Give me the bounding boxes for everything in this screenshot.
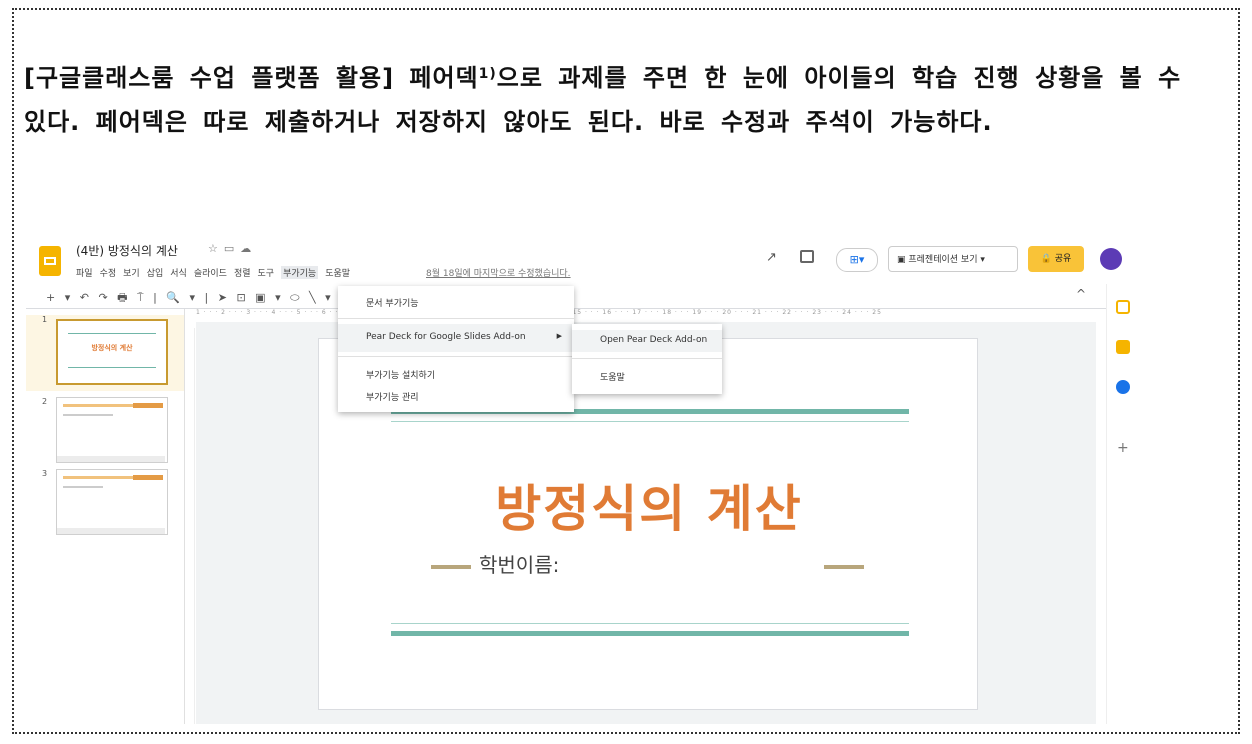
menu-slide[interactable]: 슬라이드 [194,266,227,279]
toolbar-icons[interactable]: + ▾ ↶ ↷ 🖶 ⍑ | 🔍 ▾ | ➤ ⊡ ▣ ▾ ⬭ ╲ ▾ [46,289,334,308]
menu-tools[interactable]: 도구 [258,266,275,279]
menu-item-install-addons[interactable]: 부가기능 설치하기 [366,368,435,381]
avatar[interactable] [1100,248,1122,270]
star-icon[interactable]: ☆ [208,242,224,255]
caption-footnote: 1) [478,66,497,82]
comment-icon[interactable] [800,250,814,263]
menu-bar: 파일 수정 보기 삽입 서식 슬라이드 정렬 도구 부가기능 도움말 [76,266,350,279]
present-label: 프레젠테이션 보기 [908,255,978,265]
menu-divider [338,318,574,319]
activity-chart-icon[interactable]: ↗ [766,250,777,265]
add-slide-icon[interactable]: ⊞▾ [836,248,878,272]
top-bar: (4반) 방정식의 계산 ☆▭☁ 파일 수정 보기 삽입 서식 슬라이드 정렬 … [26,232,1140,284]
caption-part-1: [구글클래스룸 수업 플랫폼 활용] 페어덱 [24,64,479,92]
slide-thumbnail-3[interactable] [56,469,168,535]
decor-line-bottom-thick [391,631,909,636]
slides-logo-icon[interactable] [39,246,61,276]
submenu-item-open-peardeck[interactable]: Open Pear Deck Add-on [600,335,707,345]
menu-arrange[interactable]: 정렬 [234,266,251,279]
slides-screenshot: (4반) 방정식의 계산 ☆▭☁ 파일 수정 보기 삽입 서식 슬라이드 정렬 … [26,232,1140,724]
menu-item-manage-addons[interactable]: 부가기능 관리 [366,390,419,403]
slide-number: 1 [42,315,48,324]
menu-help[interactable]: 도움말 [325,266,350,279]
slide-thumbnail-1[interactable]: 방정식의 계산 [56,319,168,385]
keep-icon[interactable] [1116,300,1130,314]
share-label: 공유 [1054,254,1072,264]
menu-divider [338,356,574,357]
vertical-ruler [184,328,195,724]
menu-file[interactable]: 파일 [76,266,93,279]
decor-line-top-thin [391,421,909,422]
slide-subtitle[interactable]: 학번이름: [479,549,559,578]
menu-insert[interactable]: 삽입 [147,266,164,279]
peardeck-submenu: Open Pear Deck Add-on 도움말 [572,324,722,394]
tasks-icon[interactable] [1116,340,1130,354]
filmstrip-row: 3 [26,469,184,535]
menu-view[interactable]: 보기 [123,266,140,279]
folder-icon[interactable]: ▭ [224,242,240,255]
menu-format[interactable]: 서식 [170,266,187,279]
decor-line-bottom-thin [391,623,909,624]
decor-bar-left [431,565,471,569]
filmstrip-row: 2 [26,397,184,463]
submenu-divider [572,358,722,359]
cloud-icon[interactable]: ☁ [240,242,257,255]
menu-addons[interactable]: 부가기능 [281,266,319,279]
menu-edit[interactable]: 수정 [100,266,117,279]
menu-item-docs-addons[interactable]: 문서 부가기능 [366,296,419,309]
thumbnail-title: 방정식의 계산 [91,344,133,352]
document-title[interactable]: (4반) 방정식의 계산 [76,242,178,259]
check-icon[interactable] [1116,380,1130,394]
slide-number: 2 [42,397,48,406]
slide-filmstrip: 1 방정식의 계산 2 3 [26,309,185,724]
caption-text: [구글클래스룸 수업 플랫폼 활용] 페어덱1)으로 과제를 주면 한 눈에 아… [24,56,1204,144]
add-addon-icon[interactable]: + [1117,440,1129,456]
menu-item-peardeck[interactable]: Pear Deck for Google Slides Add-on [366,332,526,342]
addons-dropdown: 문서 부가기능 Pear Deck for Google Slides Add-… [338,286,574,412]
present-button[interactable]: ▣ 프레젠테이션 보기 ▾ [888,246,1018,272]
last-edit-link[interactable]: 8월 18일에 마지막으로 수정했습니다. [426,266,571,279]
filmstrip-row: 1 방정식의 계산 [26,315,184,391]
decor-bar-right [824,565,864,569]
slide-thumbnail-2[interactable] [56,397,168,463]
horizontal-ruler: 1 · · · 2 · · · 3 · · · 4 · · · 5 · · · … [196,309,882,316]
submenu-item-help[interactable]: 도움말 [600,370,625,383]
slide-title[interactable]: 방정식의 계산 [319,469,979,541]
submenu-arrow-icon: ▶ [556,332,562,340]
collapse-toolbar-icon[interactable]: ^ [1076,287,1086,301]
share-button[interactable]: 🔒 공유 [1028,246,1084,272]
side-panel: + [1106,284,1140,724]
title-icons: ☆▭☁ [208,242,257,255]
slide-number: 3 [42,469,48,478]
